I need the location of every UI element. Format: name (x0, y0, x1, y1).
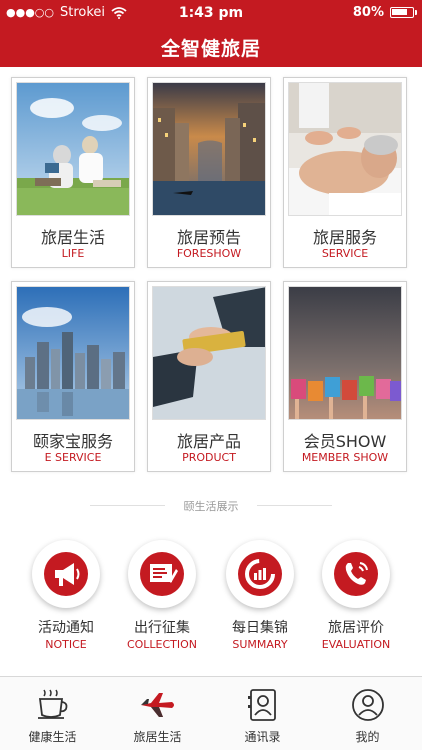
member-letters-photo (288, 286, 402, 420)
card-title-cn: 旅居预告 (176, 228, 241, 247)
elderly-couple-reading-photo (16, 82, 130, 216)
feature-notice-button[interactable] (32, 540, 100, 608)
card-title-cn: 旅居产品 (176, 432, 241, 451)
card-handover-photo (152, 286, 266, 420)
megaphone-icon (44, 552, 88, 596)
city-skyline-photo (16, 286, 130, 420)
feature-title-en: NOTICE (45, 638, 87, 651)
card-title-en: LIFE (61, 247, 85, 260)
feature-collection[interactable]: 出行征集 COLLECTION (112, 540, 212, 651)
feature-evaluation-button[interactable] (322, 540, 390, 608)
airplane-icon (141, 693, 174, 717)
tab-mine[interactable]: 我的 (315, 677, 420, 750)
chart-donut-icon (238, 552, 282, 596)
card-title-en: FORESHOW (176, 247, 242, 260)
status-right: 80% (352, 5, 417, 20)
menu-card-product[interactable]: 旅居产品 PRODUCT (147, 281, 271, 472)
tab-health-life[interactable]: 健康生活 (0, 677, 105, 750)
feature-evaluation[interactable]: 旅居评价 EVALUATION (306, 540, 406, 651)
user-icon (352, 689, 384, 721)
feature-title-cn: 活动通知 (38, 620, 94, 636)
status-bar: ●●●○○ Strokei 1:43 pm 80% (0, 0, 422, 26)
feature-title-en: EVALUATION (321, 638, 391, 651)
feature-summary-button[interactable] (226, 540, 294, 608)
coffee-cup-icon (38, 689, 68, 719)
card-title-en: SERVICE (321, 247, 369, 260)
page-title: 全智健旅居 (160, 38, 261, 60)
feature-notice[interactable]: 活动通知 NOTICE (16, 540, 116, 651)
card-title-cn: 旅居生活 (40, 228, 105, 247)
feature-title-cn: 每日集锦 (232, 620, 288, 636)
menu-card-member-show[interactable]: 会员SHOW MEMBER SHOW (283, 281, 407, 472)
phone-icon (334, 552, 378, 596)
menu-card-life[interactable]: 旅居生活 LIFE (11, 77, 135, 268)
divider-line-right (257, 505, 332, 506)
feature-title-cn: 旅居评价 (328, 620, 384, 636)
battery-percent: 80% (352, 5, 384, 20)
card-title-cn: 会员SHOW (303, 432, 387, 451)
tab-travel-life[interactable]: 旅居生活 (105, 677, 210, 750)
card-title-cn: 旅居服务 (312, 228, 377, 247)
menu-card-foreshow[interactable]: 旅居预告 FORESHOW (147, 77, 271, 268)
feature-title-en: SUMMARY (232, 638, 288, 651)
feature-title-en: COLLECTION (126, 638, 198, 651)
feature-title-cn: 出行征集 (134, 620, 190, 636)
tab-contacts[interactable]: 通讯录 (210, 677, 315, 750)
tab-label: 我的 (355, 730, 380, 744)
feature-row: 活动通知 NOTICE 出行征集 COLLECTION 每日集锦 SUMMARY… (0, 540, 422, 660)
card-title-en: PRODUCT (182, 451, 236, 464)
card-title-cn: 颐家宝服务 (32, 432, 113, 451)
menu-card-e-service[interactable]: 颐家宝服务 E SERVICE (11, 281, 135, 472)
card-title-en: MEMBER SHOW (301, 451, 389, 464)
battery-icon (390, 7, 417, 18)
tab-bar: 健康生活 旅居生活 通讯录 我的 (0, 676, 422, 750)
section-divider: 颐生活展示 (0, 497, 422, 513)
massage-photo (288, 82, 402, 216)
feature-collection-button[interactable] (128, 540, 196, 608)
app-header: ●●●○○ Strokei 1:43 pm 80% 全智健旅居 (0, 0, 422, 67)
section-label: 颐生活展示 (183, 500, 239, 513)
venice-canal-photo (152, 82, 266, 216)
feature-summary[interactable]: 每日集锦 SUMMARY (210, 540, 310, 651)
tab-label: 旅居生活 (133, 730, 182, 744)
menu-card-service[interactable]: 旅居服务 SERVICE (283, 77, 407, 268)
card-title-en: E SERVICE (44, 451, 102, 464)
form-icon (140, 552, 184, 596)
tab-label: 健康生活 (28, 730, 77, 744)
tab-label: 通讯录 (244, 730, 281, 744)
contacts-icon (248, 689, 276, 721)
